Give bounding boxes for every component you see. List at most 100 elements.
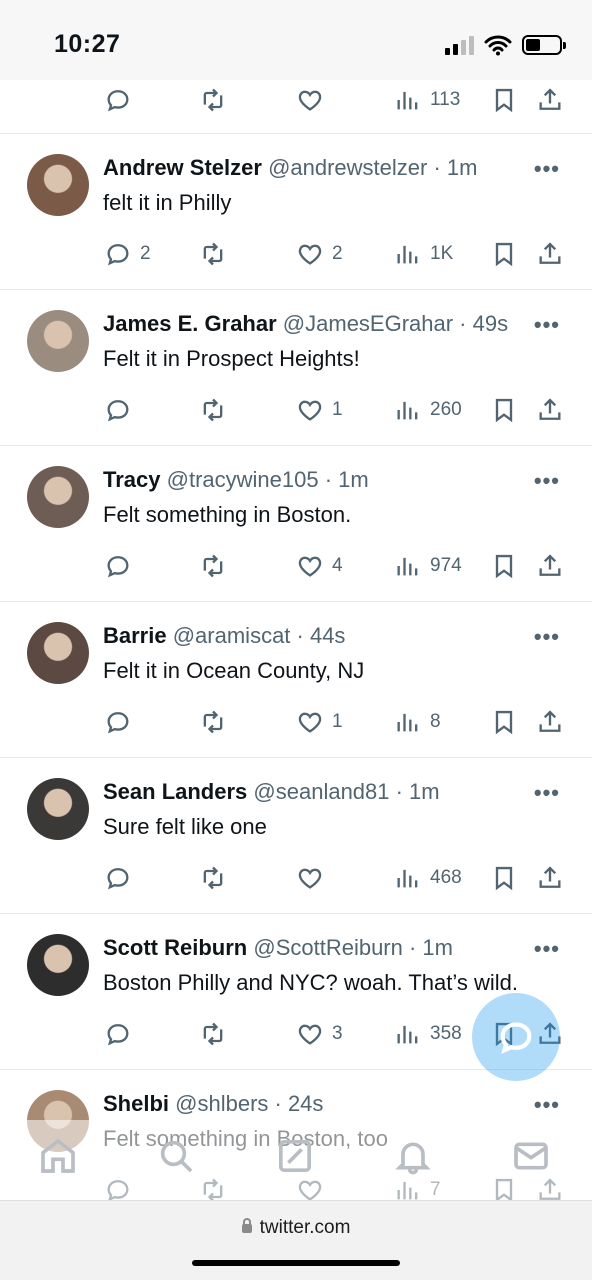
tweet-partial[interactable]: 113 <box>0 80 592 134</box>
retweet-button[interactable] <box>199 1020 235 1048</box>
retweet-button[interactable] <box>199 240 235 268</box>
author-name[interactable]: Shelbi <box>103 1091 169 1116</box>
author-handle[interactable]: @tracywine105 · 1m <box>167 467 369 492</box>
bookmark-button[interactable] <box>490 86 518 114</box>
author-name[interactable]: James E. Grahar <box>103 311 277 336</box>
tweet-text: Boston Philly and NYC? woah. That’s wild… <box>103 970 518 995</box>
tweet-header: Scott Reiburn @ScottReiburn · 1m <box>103 935 512 961</box>
nav-communities[interactable] <box>275 1136 315 1176</box>
author-name[interactable]: Sean Landers <box>103 779 247 804</box>
tweet-text: Sure felt like one <box>103 814 267 839</box>
author-handle[interactable]: @shlbers · 24s <box>175 1091 323 1116</box>
avatar[interactable] <box>27 466 89 528</box>
likes-count: 4 <box>332 555 343 576</box>
views-button[interactable]: 1K <box>394 240 453 268</box>
views-icon <box>394 708 422 736</box>
bookmark-button[interactable] <box>490 708 518 736</box>
views-button[interactable]: 8 <box>394 708 441 736</box>
views-count: 468 <box>430 867 462 888</box>
share-button[interactable] <box>536 552 564 580</box>
share-button[interactable] <box>536 864 564 892</box>
avatar[interactable] <box>27 778 89 840</box>
address-bar[interactable]: twitter.com <box>0 1217 592 1239</box>
more-icon[interactable]: ••• <box>534 1092 560 1118</box>
author-handle[interactable]: @aramiscat · 44s <box>173 623 346 648</box>
views-icon <box>394 552 422 580</box>
more-icon[interactable]: ••• <box>534 312 560 338</box>
author-name[interactable]: Scott Reiburn <box>103 935 247 960</box>
avatar[interactable] <box>27 934 89 996</box>
tweet[interactable]: Andrew Stelzer @andrewstelzer · 1m ••• fel… <box>0 134 592 290</box>
author-handle[interactable]: @andrewstelzer · 1m <box>268 155 477 180</box>
avatar[interactable] <box>27 310 89 372</box>
like-button[interactable]: 2 <box>296 240 343 268</box>
like-button[interactable] <box>296 864 332 892</box>
share-button[interactable] <box>536 240 564 268</box>
reply-button[interactable] <box>104 552 140 580</box>
more-icon[interactable]: ••• <box>534 936 560 962</box>
tweet[interactable]: Barrie @aramiscat · 44s ••• Felt it in Oce… <box>0 602 592 758</box>
reply-icon <box>104 240 132 268</box>
reply-icon <box>104 864 132 892</box>
author-handle[interactable]: @JamesEGrahar · 49s <box>283 311 508 336</box>
author-name[interactable]: Tracy <box>103 467 161 492</box>
home-indicator[interactable] <box>192 1260 400 1266</box>
like-button[interactable]: 1 <box>296 396 343 424</box>
retweet-button[interactable] <box>199 708 235 736</box>
avatar[interactable] <box>27 154 89 216</box>
author-name[interactable]: Barrie <box>103 623 167 648</box>
compose-button[interactable] <box>472 993 560 1081</box>
views-button[interactable]: 260 <box>394 396 462 424</box>
tweet[interactable]: James E. Grahar @JamesEGrahar · 49s ••• Fe… <box>0 290 592 446</box>
bookmark-button[interactable] <box>490 864 518 892</box>
author-handle[interactable]: @ScottReiburn · 1m <box>253 935 453 960</box>
tweet-header: Tracy @tracywine105 · 1m <box>103 467 512 493</box>
reply-button[interactable] <box>104 396 140 424</box>
avatar[interactable] <box>27 622 89 684</box>
tweet-header: James E. Grahar @JamesEGrahar · 49s <box>103 311 512 337</box>
tweet[interactable]: Tracy @tracywine105 · 1m ••• Felt somethin… <box>0 446 592 602</box>
heart-icon <box>296 1020 324 1048</box>
more-icon[interactable]: ••• <box>534 780 560 806</box>
bookmark-icon <box>490 240 518 268</box>
reply-button[interactable] <box>104 864 140 892</box>
nav-messages[interactable] <box>511 1136 551 1176</box>
retweet-button[interactable] <box>199 552 235 580</box>
views-button[interactable]: 113 <box>394 86 460 114</box>
more-icon[interactable]: ••• <box>534 624 560 650</box>
bookmark-button[interactable] <box>490 552 518 580</box>
reply-button[interactable] <box>104 86 132 114</box>
views-count: 113 <box>430 89 461 110</box>
share-button[interactable] <box>536 86 564 114</box>
nav-search[interactable] <box>156 1136 196 1176</box>
tweet[interactable]: Sean Landers @seanland81 · 1m ••• Sure fel… <box>0 758 592 914</box>
views-icon <box>394 240 422 268</box>
retweet-button[interactable] <box>199 396 235 424</box>
like-button[interactable]: 1 <box>296 708 343 736</box>
retweet-button[interactable] <box>199 86 227 114</box>
share-button[interactable] <box>536 396 564 424</box>
bookmark-icon <box>490 864 518 892</box>
bookmark-button[interactable] <box>490 240 518 268</box>
like-button[interactable]: 4 <box>296 552 343 580</box>
reply-button[interactable]: 2 <box>104 240 151 268</box>
author-handle[interactable]: @seanland81 · 1m <box>253 779 439 804</box>
reply-button[interactable] <box>104 708 140 736</box>
retweet-button[interactable] <box>199 864 235 892</box>
bookmark-icon <box>490 708 518 736</box>
reply-button[interactable] <box>104 1020 140 1048</box>
like-button[interactable]: 3 <box>296 1020 343 1048</box>
nav-notifications[interactable] <box>393 1136 433 1176</box>
retweet-icon <box>199 552 227 580</box>
nav-home[interactable] <box>38 1136 78 1176</box>
bookmark-button[interactable] <box>490 396 518 424</box>
tweet-text: Felt it in Ocean County, NJ <box>103 658 365 683</box>
like-button[interactable] <box>296 86 324 114</box>
views-button[interactable]: 468 <box>394 864 462 892</box>
views-button[interactable]: 358 <box>394 1020 462 1048</box>
views-button[interactable]: 974 <box>394 552 462 580</box>
more-icon[interactable]: ••• <box>534 156 560 182</box>
author-name[interactable]: Andrew Stelzer <box>103 155 262 180</box>
more-icon[interactable]: ••• <box>534 468 560 494</box>
share-button[interactable] <box>536 708 564 736</box>
